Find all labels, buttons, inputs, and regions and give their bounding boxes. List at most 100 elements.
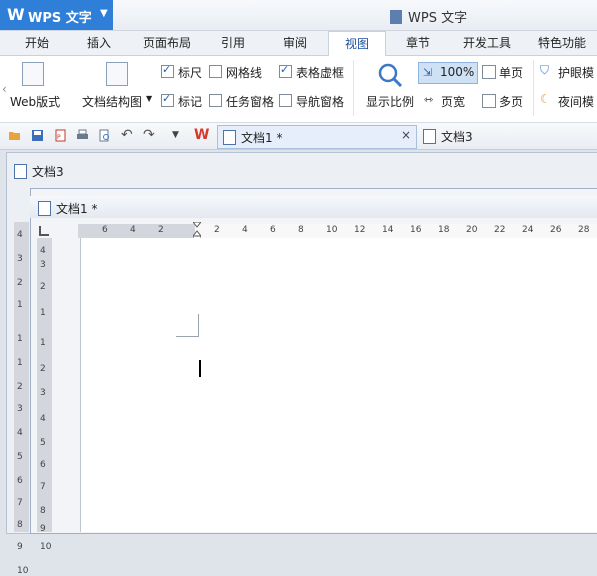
vertical-ruler-label: 1 — [17, 300, 23, 310]
vertical-ruler-label: 8 — [40, 506, 46, 516]
outer-document-title: 文档3 — [32, 165, 64, 179]
task-pane-checkbox[interactable] — [209, 94, 222, 107]
tab-start[interactable]: 开始 — [13, 31, 61, 55]
document-tab-label: 文档3 — [441, 130, 473, 144]
multi-page-button[interactable]: 多页 — [499, 93, 523, 110]
vertical-ruler-label: 6 — [40, 460, 46, 470]
undo-icon[interactable]: ↶ — [121, 127, 133, 143]
scroll-left-icon[interactable]: ‹ — [2, 82, 7, 96]
tab-insert[interactable]: 插入 — [75, 31, 123, 55]
vertical-ruler-label: 2 — [40, 282, 46, 292]
web-layout-icon — [22, 62, 44, 86]
document-icon — [390, 10, 402, 24]
print-icon[interactable] — [76, 129, 89, 142]
vertical-ruler-label: 5 — [40, 438, 46, 448]
ruler-tick-label: 18 — [438, 225, 450, 235]
vertical-ruler-label: 7 — [17, 498, 23, 508]
tab-chapter[interactable]: 章节 — [396, 31, 440, 55]
ruler-tick-label: 12 — [354, 225, 366, 235]
night-mode-button[interactable]: 夜间模 — [558, 93, 594, 110]
tab-developer[interactable]: 开发工具 — [455, 31, 519, 55]
markup-checkbox[interactable] — [161, 92, 174, 107]
page-width-icon: ⇿ — [424, 93, 434, 106]
ruler-tick-label: 28 — [578, 225, 590, 235]
document-map-icon — [106, 62, 128, 86]
zoom-magnifier-icon — [378, 63, 403, 88]
vertical-ruler-label: 3 — [17, 404, 23, 414]
document-icon — [38, 201, 51, 216]
document-icon — [223, 130, 236, 145]
document-tab-label: 文档1 * — [241, 131, 283, 145]
window-title: WPS 文字 — [390, 7, 467, 26]
document-tab-2[interactable]: 文档3 — [420, 125, 500, 147]
document-page[interactable] — [80, 238, 597, 532]
eye-protection-button[interactable]: 护眼模 — [558, 64, 594, 81]
single-page-button[interactable]: 单页 — [499, 64, 523, 81]
document-window-inner-header: 文档1 * — [30, 196, 597, 218]
table-gridlines-checkbox[interactable] — [279, 63, 292, 78]
vertical-ruler-label: 1 — [40, 338, 46, 348]
ruler-tick-label: 6 — [270, 225, 276, 235]
close-icon[interactable]: × — [401, 128, 411, 142]
gridlines-checkbox[interactable] — [209, 65, 222, 78]
chevron-down-icon[interactable]: ▼ — [146, 94, 152, 103]
wps-logo-icon: W — [7, 5, 25, 24]
zoom-value: 100% — [440, 65, 475, 79]
table-gridlines-label: 表格虚框 — [296, 66, 345, 80]
svg-text:P: P — [57, 134, 61, 141]
vertical-ruler-label: 9 — [40, 524, 46, 534]
horizontal-ruler[interactable]: 6 4 2 2 4 6 8 10 12 14 16 18 20 22 24 26 28 — [78, 224, 597, 238]
shield-icon: ⛉ — [540, 63, 550, 77]
ruler-tick-label: 14 — [382, 225, 394, 235]
ruler-tick-label: 2 — [158, 225, 164, 235]
tab-view[interactable]: 视图 — [328, 31, 386, 57]
tab-references[interactable]: 引用 — [211, 31, 255, 55]
document-tab-1[interactable]: 文档1 * × — [217, 125, 417, 149]
tab-page-layout[interactable]: 页面布局 — [133, 31, 201, 55]
document-window-outer-header: 文档3 — [6, 160, 597, 182]
export-pdf-icon[interactable]: P — [54, 129, 67, 142]
ruler-tick-label: 6 — [102, 225, 108, 235]
margin-corner-marker — [176, 314, 199, 337]
redo-icon[interactable]: ↷ — [143, 127, 155, 143]
vertical-ruler-label: 2 — [17, 382, 23, 392]
divider — [533, 60, 534, 116]
vertical-ruler-inner[interactable]: 4 3 2 1 1 2 3 4 5 6 7 8 9 10 — [37, 238, 52, 552]
vertical-ruler-label: 9 — [17, 542, 23, 552]
window-title-text: WPS 文字 — [408, 11, 468, 26]
vertical-ruler-outer[interactable]: 4 3 2 1 1 1 2 3 4 5 6 7 8 9 10 — [14, 222, 29, 576]
ruler-checkbox[interactable] — [161, 63, 174, 78]
tab-stop-selector[interactable] — [39, 226, 49, 236]
document-icon — [14, 164, 27, 179]
vertical-ruler-label: 3 — [17, 254, 23, 264]
ruler-tick-label: 16 — [410, 225, 422, 235]
navigation-pane-checkbox[interactable] — [279, 94, 292, 107]
chevron-down-icon: ▼ — [100, 8, 108, 19]
document-map-button[interactable]: 文档结构图 — [82, 93, 142, 110]
vertical-ruler-label: 4 — [40, 246, 46, 256]
single-page-icon — [482, 65, 496, 79]
ribbon-tabs: 开始 插入 页面布局 引用 审阅 视图 章节 开发工具 特色功能 — [0, 31, 597, 57]
zoom-100-button[interactable]: ⇲ 100% — [418, 62, 478, 84]
page-width-button[interactable]: 页宽 — [441, 93, 465, 110]
gridlines-label: 网格线 — [226, 66, 263, 80]
vertical-ruler-label: 8 — [17, 520, 23, 530]
open-folder-icon[interactable] — [8, 129, 21, 142]
multi-page-icon — [482, 94, 496, 108]
vertical-ruler-label: 6 — [17, 476, 23, 486]
vertical-ruler-label: 10 — [40, 542, 52, 552]
inner-document-title: 文档1 * — [56, 202, 98, 216]
zoom-button[interactable]: 显示比例 — [366, 93, 414, 110]
vertical-ruler-label: 4 — [40, 414, 46, 424]
ruler-tick-label: 26 — [550, 225, 562, 235]
wps-logo-icon[interactable]: W — [194, 127, 209, 143]
ruler-tick-label: 24 — [522, 225, 534, 235]
ribbon-panel: ‹ Web版式 文档结构图 ▼ 标尺 网格线 表格虚框 标记 任务窗格 导航窗格… — [0, 56, 597, 123]
save-icon[interactable] — [31, 129, 44, 142]
tab-features[interactable]: 特色功能 — [530, 31, 594, 55]
tab-review[interactable]: 审阅 — [271, 31, 319, 55]
wps-menu-button[interactable]: W WPS 文字 ▼ — [0, 0, 113, 30]
web-layout-button[interactable]: Web版式 — [10, 93, 60, 110]
chevron-down-icon[interactable]: ▼ — [172, 130, 179, 140]
print-preview-icon[interactable] — [98, 129, 111, 142]
